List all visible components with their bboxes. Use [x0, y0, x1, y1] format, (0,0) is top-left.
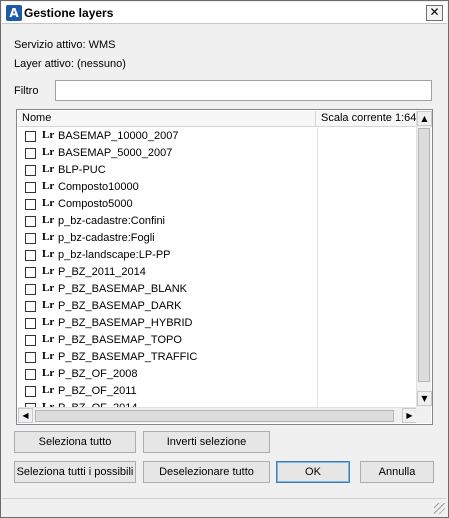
deselect-all-button[interactable]: Deselezionare tutto	[143, 461, 270, 483]
layer-row[interactable]: LrP_BZ_OF_2014	[18, 400, 417, 407]
layer-checkbox[interactable]	[25, 386, 36, 397]
active-service-label: Servizio attivo: WMS	[14, 39, 116, 51]
layer-type-icon: Lr	[42, 214, 55, 226]
layer-checkbox[interactable]	[25, 182, 36, 193]
select-all-possible-button[interactable]: Seleziona tutti i possibili	[14, 461, 136, 483]
layer-name: P_BZ_BASEMAP_TOPO	[58, 334, 182, 346]
layers-grid: Nome Scala corrente 1:64 Lr BASEMAP_10000…	[16, 109, 433, 425]
scroll-down-icon[interactable]: ▼	[417, 391, 432, 406]
layers-dialog: A Gestione layers ✕ Servizio attivo: WMS…	[0, 0, 449, 518]
layer-checkbox[interactable]	[25, 165, 36, 176]
filter-input[interactable]	[55, 80, 432, 101]
layer-type-icon: Lr	[42, 248, 55, 260]
layer-rows: Lr BASEMAP_10000_2007 Lr BASEMAP_5000_2007 L…	[18, 128, 417, 407]
close-button[interactable]: ✕	[426, 5, 443, 21]
layer-checkbox[interactable]	[25, 267, 36, 278]
layer-name: p_bz-cadastre:Fogli	[58, 232, 155, 244]
layer-type-icon: Lr	[42, 384, 55, 396]
layer-row[interactable]: Lr P_BZ_BASEMAP_BLANK	[18, 281, 417, 298]
filter-label: Filtro	[14, 85, 39, 97]
layer-type-icon: Lr	[42, 316, 55, 328]
layer-name: P_BZ_2011_2014	[58, 266, 146, 278]
ok-button[interactable]: OK	[276, 461, 350, 483]
scroll-right-icon[interactable]: ▶	[402, 408, 417, 423]
status-bar	[2, 498, 447, 516]
layer-name: BLP-PUC	[58, 164, 106, 176]
layer-name: P_BZ_BASEMAP_HYBRID	[58, 317, 193, 329]
title-bar: A Gestione layers ✕	[2, 2, 447, 24]
cancel-button[interactable]: Annulla	[360, 461, 434, 483]
layer-name: P_BZ_BASEMAP_DARK	[58, 300, 182, 312]
layer-row[interactable]: Lr BASEMAP_5000_2007	[18, 145, 417, 162]
layer-row[interactable]: Lr P_BZ_BASEMAP_HYBRID	[18, 315, 417, 332]
layer-row[interactable]: Lr p_bz-cadastre:Confini	[18, 213, 417, 230]
layer-type-icon: Lr	[42, 367, 55, 379]
horizontal-scroll-thumb[interactable]	[35, 410, 394, 422]
layer-name: p_bz-cadastre:Confini	[58, 215, 166, 227]
layer-name: Composto10000	[58, 181, 139, 193]
layer-row[interactable]: Lr P_BZ_BASEMAP_TOPO	[18, 332, 417, 349]
layer-type-icon: Lr	[42, 197, 55, 209]
layer-type-icon: Lr	[42, 299, 55, 311]
column-header-name[interactable]: Nome	[18, 111, 316, 127]
layer-checkbox[interactable]	[25, 199, 36, 210]
grid-header: Nome Scala corrente 1:64	[18, 111, 432, 127]
scroll-up-icon[interactable]: ▲	[417, 111, 432, 126]
layer-row[interactable]: Lr Composto10000	[18, 179, 417, 196]
layer-checkbox[interactable]	[25, 369, 36, 380]
layer-type-icon: Lr	[42, 333, 55, 345]
layer-type-icon: Lr	[42, 180, 55, 192]
layer-name: BASEMAP_5000_2007	[58, 147, 173, 159]
column-header-scale[interactable]: Scala corrente 1:64	[317, 111, 419, 127]
layer-name: P_BZ_OF_2008	[58, 368, 138, 380]
layer-type-icon: Lr	[42, 282, 55, 294]
layer-row[interactable]: Lr p_bz-cadastre:Fogli	[18, 230, 417, 247]
layer-row[interactable]: Lr P_BZ_2011_2014	[18, 264, 417, 281]
layer-checkbox[interactable]	[25, 352, 36, 363]
layer-type-icon: Lr	[42, 350, 55, 362]
layer-type-icon: Lr	[42, 146, 55, 158]
resize-grip-icon[interactable]	[434, 503, 445, 514]
layer-row[interactable]: Lr P_BZ_BASEMAP_TRAFFIC	[18, 349, 417, 366]
layer-row[interactable]: Lr Composto5000	[18, 196, 417, 213]
layer-name: P_BZ_BASEMAP_BLANK	[58, 283, 188, 295]
layer-row[interactable]: Lr P_BZ_BASEMAP_DARK	[18, 298, 417, 315]
layer-checkbox[interactable]	[25, 148, 36, 159]
horizontal-scrollbar[interactable]: ◀ ▶	[18, 407, 417, 423]
layer-name: P_BZ_BASEMAP_TRAFFIC	[58, 351, 198, 363]
layer-type-icon: Lr	[42, 129, 55, 141]
select-all-button[interactable]: Seleziona tutto	[14, 431, 136, 453]
layer-name: p_bz-landscape:LP-PP	[58, 249, 171, 261]
layer-checkbox[interactable]	[25, 131, 36, 142]
vertical-scroll-thumb[interactable]	[418, 128, 430, 382]
scroll-corner	[416, 407, 431, 423]
layer-checkbox[interactable]	[25, 318, 36, 329]
layer-type-icon: Lr	[42, 265, 55, 277]
layer-type-icon: Lr	[42, 163, 55, 175]
invert-selection-button[interactable]: Inverti selezione	[143, 431, 270, 453]
layer-row[interactable]: Lr BLP-PUC	[18, 162, 417, 179]
layer-row[interactable]: Lr P_BZ_OF_2011	[18, 383, 417, 400]
layer-checkbox[interactable]	[25, 233, 36, 244]
layer-row[interactable]: Lr P_BZ_OF_2008	[18, 366, 417, 383]
layer-row[interactable]: Lr p_bz-landscape:LP-PP	[18, 247, 417, 264]
layer-checkbox[interactable]	[25, 216, 36, 227]
layer-row[interactable]: Lr BASEMAP_10000_2007	[18, 128, 417, 145]
vertical-scrollbar[interactable]: ▲ ▼	[416, 111, 432, 407]
layer-checkbox[interactable]	[25, 284, 36, 295]
layer-type-icon: Lr	[42, 231, 55, 243]
window-title: Gestione layers	[24, 6, 114, 20]
layer-checkbox[interactable]	[25, 250, 36, 261]
active-layer-label: Layer attivo: (nessuno)	[14, 58, 126, 70]
app-logo-icon: A	[6, 5, 22, 21]
layer-checkbox[interactable]	[25, 335, 36, 346]
scroll-left-icon[interactable]: ◀	[18, 408, 33, 423]
layer-name: P_BZ_OF_2011	[58, 385, 137, 397]
layer-name: BASEMAP_10000_2007	[58, 130, 179, 142]
layer-checkbox[interactable]	[25, 301, 36, 312]
layer-name: Composto5000	[58, 198, 133, 210]
